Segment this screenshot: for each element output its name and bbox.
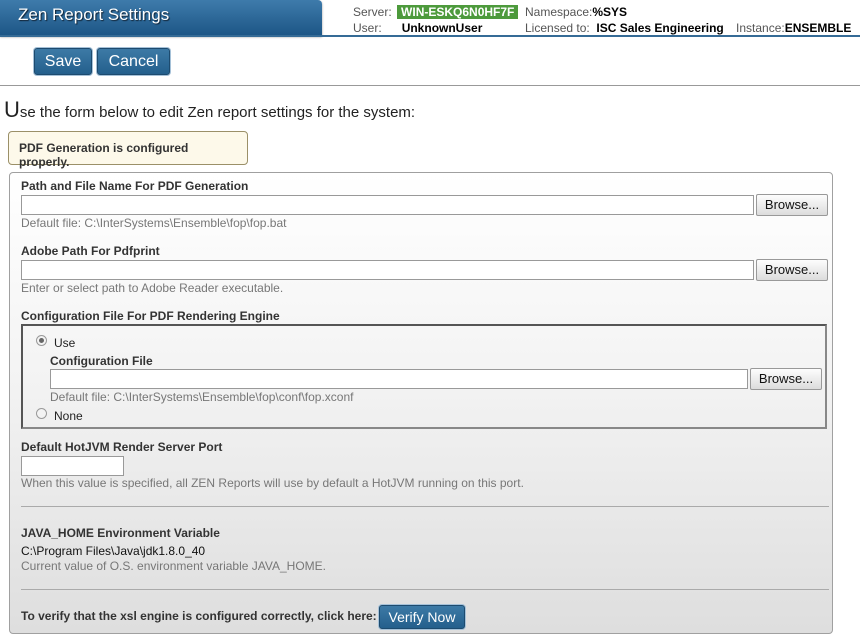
license-info: Licensed to: ISC Sales Engineering	[525, 21, 724, 35]
instance-info: Instance:ENSEMBLE	[736, 21, 851, 35]
config-file-group: Use Configuration File Browse... Default…	[21, 324, 827, 429]
intro-first-letter: U	[4, 97, 20, 122]
page-title: Zen Report Settings	[18, 5, 170, 24]
java-home-value: C:\Program Files\Java\jdk1.8.0_40	[21, 544, 206, 558]
config-file-hint: Default file: C:\InterSystems\Ensemble\f…	[50, 390, 354, 404]
pdf-path-input[interactable]	[21, 195, 754, 215]
section-divider-2	[21, 589, 829, 590]
intro-rest: se the form below to edit Zen report set…	[19, 104, 416, 121]
settings-form: Path and File Name For PDF Generation Br…	[9, 172, 833, 634]
namespace-label: Namespace:	[525, 5, 593, 19]
adobe-path-input[interactable]	[21, 260, 754, 280]
pdf-path-browse-button[interactable]: Browse...	[756, 194, 828, 216]
server-info: Server: WIN-ESKQ6N0HF7F	[353, 5, 519, 19]
config-use-label: Use	[54, 336, 76, 350]
header-divider	[0, 35, 860, 37]
section-divider-1	[21, 506, 829, 507]
hotjvm-port-hint: When this value is specified, all ZEN Re…	[21, 476, 524, 490]
namespace-info: Namespace:%SYS	[525, 5, 627, 19]
status-message: PDF Generation is configured properly.	[8, 131, 248, 169]
hotjvm-port-label: Default HotJVM Render Server Port	[21, 440, 223, 454]
java-home-label: JAVA_HOME Environment Variable	[21, 526, 220, 540]
java-home-hint: Current value of O.S. environment variab…	[21, 559, 327, 573]
adobe-path-browse-button[interactable]: Browse...	[756, 259, 828, 281]
verify-now-button[interactable]: Verify Now	[379, 605, 465, 629]
config-file-name-label: Configuration File	[50, 354, 153, 368]
save-button[interactable]: Save	[34, 48, 92, 75]
adobe-path-hint: Enter or select path to Adobe Reader exe…	[21, 281, 284, 295]
hotjvm-port-input[interactable]	[21, 456, 124, 476]
pdf-path-hint: Default file: C:\InterSystems\Ensemble\f…	[21, 216, 287, 230]
config-none-label: None	[54, 409, 83, 423]
page-title-bar: Zen Report Settings	[0, 0, 322, 36]
instance-label: Instance:	[736, 21, 785, 35]
cancel-button[interactable]: Cancel	[97, 48, 170, 75]
namespace-value: %SYS	[592, 5, 628, 19]
licensed-value: ISC Sales Engineering	[596, 21, 724, 35]
adobe-path-label: Adobe Path For Pdfprint	[21, 244, 160, 258]
config-file-input[interactable]	[50, 369, 748, 389]
toolbar-divider	[0, 85, 860, 86]
config-file-label: Configuration File For PDF Rendering Eng…	[21, 309, 280, 323]
server-label: Server:	[353, 5, 392, 19]
config-none-radio[interactable]	[36, 408, 47, 419]
config-use-radio[interactable]	[36, 335, 47, 346]
user-value: UnknownUser	[401, 21, 483, 35]
config-file-browse-button[interactable]: Browse...	[750, 368, 822, 390]
pdf-path-label: Path and File Name For PDF Generation	[21, 179, 249, 193]
server-badge: WIN-ESKQ6N0HF7F	[397, 5, 519, 19]
user-label: User:	[353, 21, 382, 35]
instance-value: ENSEMBLE	[784, 21, 852, 35]
intro-text: Use the form below to edit Zen report se…	[4, 97, 415, 123]
licensed-label: Licensed to:	[525, 21, 590, 35]
verify-text: To verify that the xsl engine is configu…	[21, 609, 377, 623]
user-info: User: UnknownUser	[353, 21, 482, 35]
